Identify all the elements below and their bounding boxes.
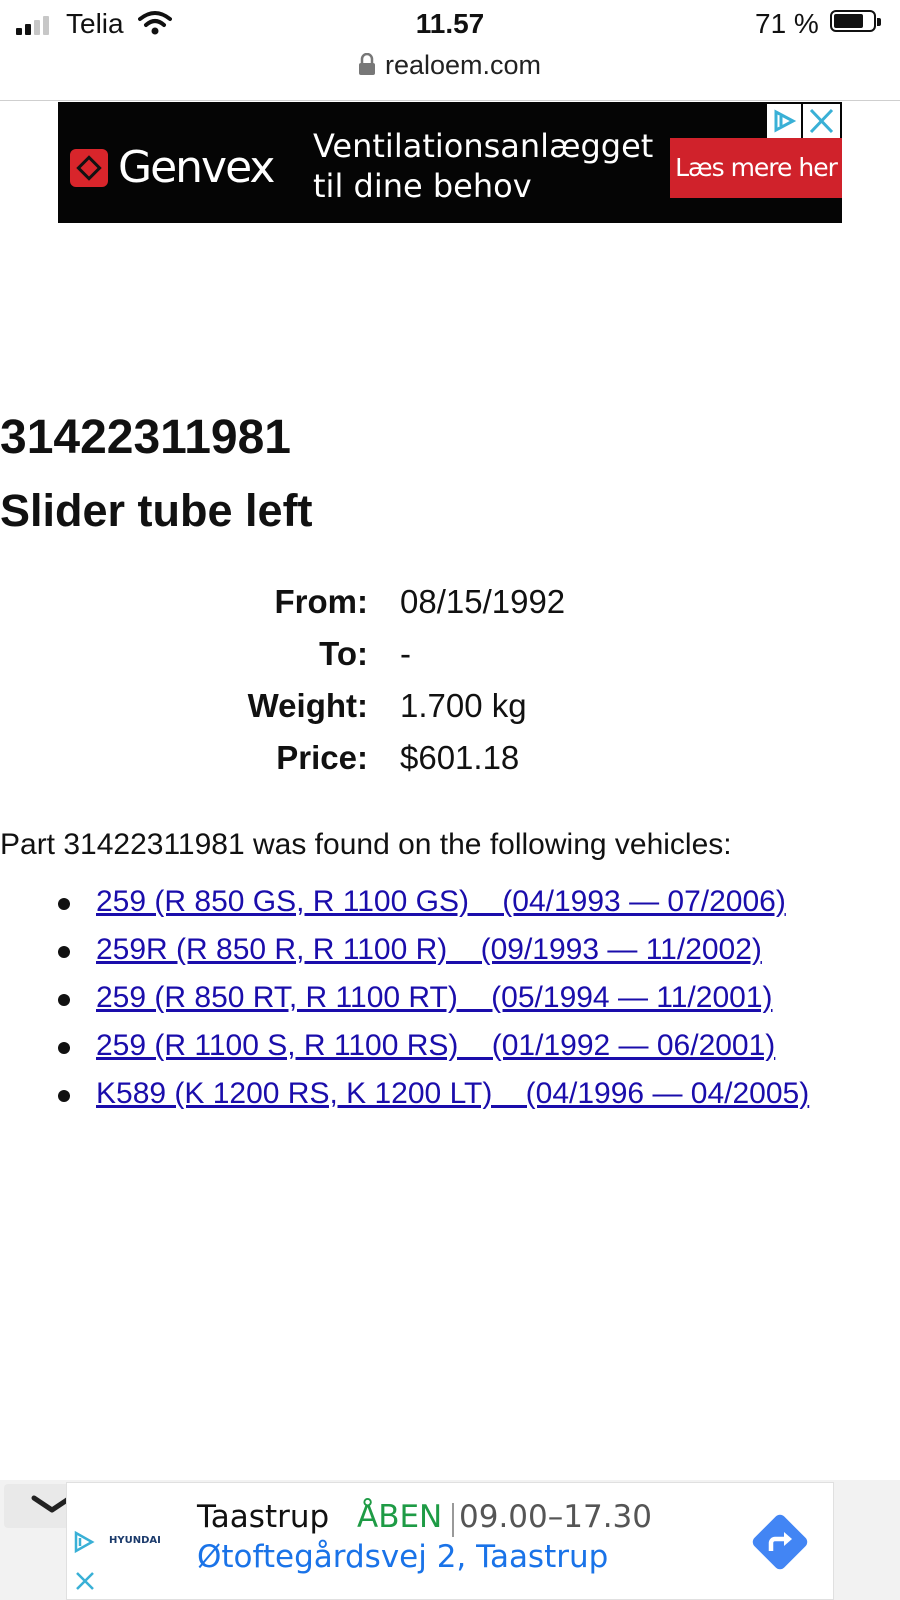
bottom-banner-ad[interactable]: HYUNDAI Taastrup ÅBEN 09.00–17.30 Øtofte… [66, 1482, 834, 1600]
open-status: ÅBEN [357, 1499, 443, 1535]
found-on-text: Part 31422311981 was found on the follow… [0, 828, 732, 861]
top-banner-ad[interactable]: Genvex Ventilationsanlægget til dine beh… [58, 102, 842, 223]
bullet-icon [58, 1042, 70, 1054]
bullet-icon [58, 1090, 70, 1102]
dealer-address[interactable]: Øtoftegårdsvej 2, Taastrup [197, 1539, 608, 1575]
adchoices-icon[interactable] [767, 104, 801, 138]
part-specs-table: From: 08/15/1992 To: - Weight: 1.700 kg … [0, 583, 900, 791]
spec-value: 08/15/1992 [400, 583, 566, 620]
battery-icon [830, 10, 881, 32]
close-icon[interactable] [73, 1569, 97, 1598]
hyundai-logo: HYUNDAI [109, 1535, 161, 1546]
spec-row-price: Price: $601.18 [0, 739, 900, 791]
spec-label: Price: [276, 739, 368, 776]
address-bar[interactable]: realoem.com [0, 50, 900, 92]
bullet-icon [58, 994, 70, 1006]
divider [452, 1503, 454, 1537]
vehicle-link[interactable]: K589 (K 1200 RS, K 1200 LT) (04/1996 — 0… [96, 1077, 809, 1111]
close-icon[interactable] [803, 104, 840, 138]
spec-value: - [400, 635, 411, 672]
ad-headline-line1: Ventilationsanlægget [313, 127, 654, 165]
spec-row-weight: Weight: 1.700 kg [0, 687, 900, 739]
genvex-logo-icon [70, 148, 108, 187]
spec-row-from: From: 08/15/1992 [0, 583, 900, 635]
spec-row-to: To: - [0, 635, 900, 687]
vehicle-link[interactable]: 259 (R 850 GS, R 1100 GS) (04/1993 — 07/… [96, 885, 786, 919]
ad-headline-line2: til dine behov [313, 167, 532, 205]
spec-value: $601.18 [400, 739, 520, 776]
adchoices-icon[interactable] [71, 1529, 97, 1560]
ad-brand: Genvex [118, 142, 275, 193]
part-number: 31422311981 [0, 411, 291, 464]
bullet-icon [58, 898, 70, 910]
url-text: realoem.com [384, 50, 542, 80]
part-name: Slider tube left [0, 485, 313, 536]
vehicle-link[interactable]: 259 (R 1100 S, R 1100 RS) (01/1992 — 06/… [96, 1029, 775, 1063]
vehicle-link[interactable]: 259 (R 850 RT, R 1100 RT) (05/1994 — 11/… [96, 981, 773, 1015]
spec-label: To: [319, 635, 368, 672]
bullet-icon [58, 946, 70, 958]
directions-icon[interactable] [747, 1509, 813, 1580]
spec-label: Weight: [247, 687, 368, 724]
status-bar: Telia 11.57 71 % [0, 0, 900, 50]
ad-headline: Ventilationsanlægget til dine behov [313, 126, 653, 206]
ad-cta-button[interactable]: Læs mere her [670, 138, 842, 198]
divider [0, 100, 900, 101]
genvex-logo: Genvex [70, 142, 275, 193]
spec-label: From: [274, 583, 369, 620]
lock-icon [358, 51, 375, 82]
battery-percent: 71 % [755, 8, 819, 39]
vehicle-link[interactable]: 259R (R 850 R, R 1100 R) (09/1993 — 11/2… [96, 933, 762, 967]
spec-value: 1.700 kg [400, 687, 527, 724]
opening-hours: 09.00–17.30 [459, 1499, 652, 1535]
dealer-city: Taastrup [197, 1499, 330, 1535]
